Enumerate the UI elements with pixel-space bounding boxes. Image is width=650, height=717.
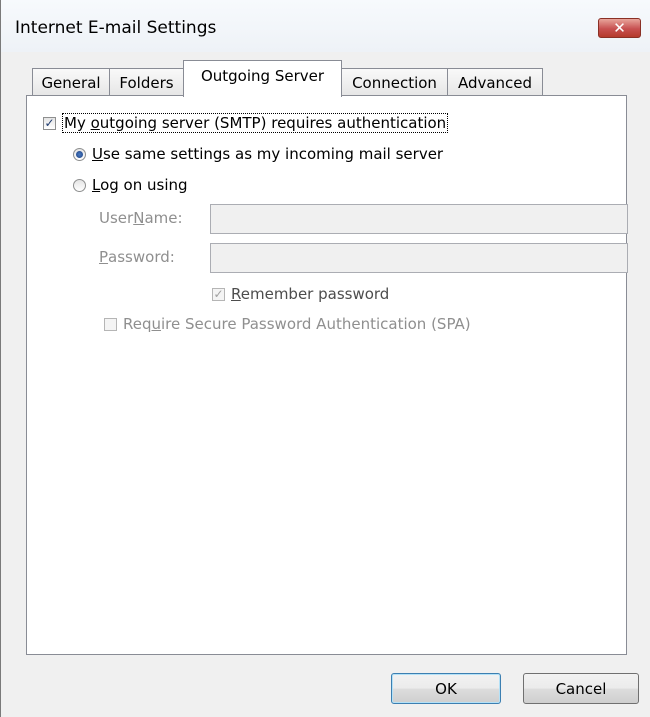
spa-row[interactable]: Require Secure Password Authentication (… — [104, 315, 471, 333]
tab-advanced[interactable]: Advanced — [447, 68, 543, 96]
cancel-button-label: Cancel — [555, 679, 607, 698]
username-field[interactable] — [210, 204, 628, 234]
remember-password-row[interactable]: ✓ Remember password — [212, 285, 389, 303]
spa-label: Require Secure Password Authentication (… — [123, 315, 471, 333]
title-bar[interactable]: Internet E-mail Settings ✕ — [1, 0, 650, 52]
password-field[interactable] — [210, 243, 628, 273]
ok-button[interactable]: OK — [391, 673, 501, 704]
username-label: User Name: — [99, 209, 183, 227]
smtp-auth-checkbox-row[interactable]: ✓ My outgoing server (SMTP) requires aut… — [43, 113, 449, 133]
password-label: Password: — [99, 248, 175, 266]
check-icon: ✓ — [213, 287, 224, 301]
tab-general[interactable]: General — [32, 68, 110, 96]
remember-password-label: Remember password — [231, 285, 390, 303]
cancel-button[interactable]: Cancel — [523, 673, 639, 704]
tab-advanced-label: Advanced — [457, 73, 533, 92]
close-icon: ✕ — [613, 18, 626, 37]
log-on-radio-row[interactable]: Log on using — [73, 176, 188, 194]
remember-password-checkbox[interactable]: ✓ — [212, 287, 225, 301]
tab-panel-outgoing-server: ✓ My outgoing server (SMTP) requires aut… — [26, 95, 628, 655]
tab-outgoing-server-label: Outgoing Server — [200, 67, 325, 85]
radio-selected-dot — [76, 150, 83, 158]
tab-connection[interactable]: Connection — [341, 68, 448, 96]
dialog-window: Internet E-mail Settings ✕ General Folde… — [0, 0, 650, 717]
tab-outgoing-server[interactable]: Outgoing Server — [183, 60, 342, 97]
window-title: Internet E-mail Settings — [15, 18, 217, 38]
same-settings-label: Use same settings as my incoming mail se… — [92, 145, 444, 163]
same-settings-radio-row[interactable]: Use same settings as my incoming mail se… — [73, 145, 443, 163]
tab-general-label: General — [41, 73, 101, 92]
same-settings-radio[interactable] — [73, 147, 86, 161]
ok-button-label: OK — [435, 679, 457, 698]
spa-checkbox[interactable] — [104, 317, 117, 331]
tab-connection-label: Connection — [352, 73, 437, 92]
smtp-auth-checkbox[interactable]: ✓ — [43, 116, 56, 130]
log-on-label: Log on using — [92, 176, 188, 194]
close-button[interactable]: ✕ — [598, 18, 641, 38]
smtp-auth-label: My outgoing server (SMTP) requires authe… — [62, 113, 449, 133]
check-icon: ✓ — [44, 116, 55, 130]
tab-folders-label: Folders — [119, 73, 174, 92]
log-on-radio[interactable] — [73, 178, 86, 192]
tab-folders[interactable]: Folders — [109, 68, 184, 96]
